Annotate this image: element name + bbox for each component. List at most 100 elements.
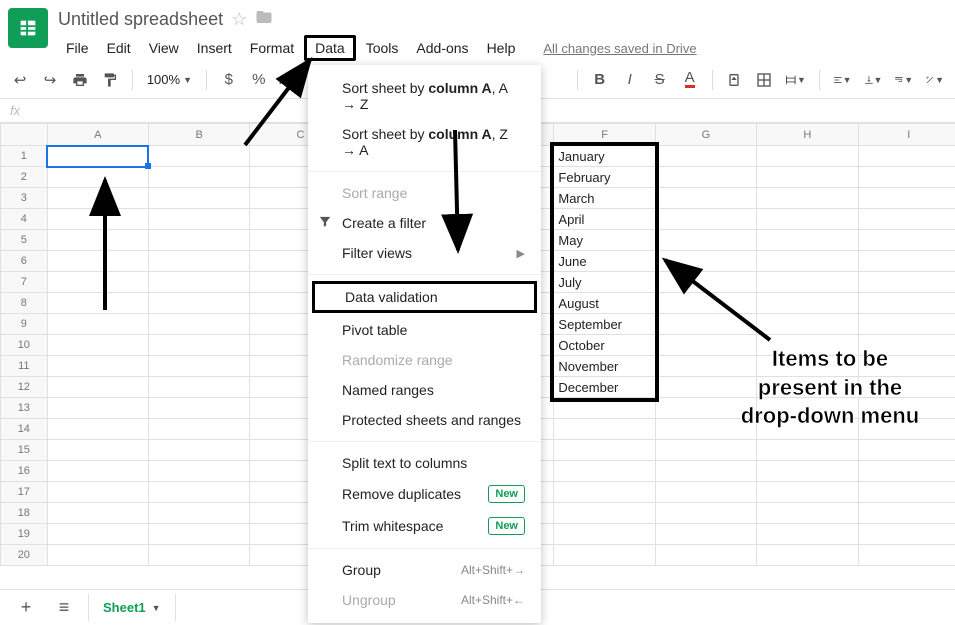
cell-F15[interactable] [554, 440, 655, 461]
menu-insert[interactable]: Insert [189, 36, 240, 60]
cell-I16[interactable] [858, 461, 955, 482]
cell-G3[interactable] [655, 188, 756, 209]
menu-item-group[interactable]: GroupAlt+Shift+→ [308, 555, 541, 585]
cell-H9[interactable] [757, 314, 858, 335]
cell-I3[interactable] [858, 188, 955, 209]
menu-item-sort_az[interactable]: Sort sheet by column A, A → Z [308, 73, 541, 119]
row-header-16[interactable]: 16 [1, 461, 48, 482]
row-header-13[interactable]: 13 [1, 398, 48, 419]
cell-G6[interactable] [655, 251, 756, 272]
cell-F13[interactable] [554, 398, 655, 419]
cell-H19[interactable] [757, 524, 858, 545]
cell-I15[interactable] [858, 440, 955, 461]
cell-I19[interactable] [858, 524, 955, 545]
save-status[interactable]: All changes saved in Drive [543, 41, 696, 56]
corner-cell[interactable] [1, 124, 48, 146]
cell-H1[interactable] [757, 146, 858, 167]
doc-title[interactable]: Untitled spreadsheet [58, 9, 223, 30]
row-header-17[interactable]: 17 [1, 482, 48, 503]
cell-G2[interactable] [655, 167, 756, 188]
cell-H4[interactable] [757, 209, 858, 230]
row-header-8[interactable]: 8 [1, 293, 48, 314]
cell-F6[interactable]: June [554, 251, 655, 272]
menu-item-data-validation[interactable]: Data validation [312, 281, 537, 313]
cell-A8[interactable] [47, 293, 148, 314]
cell-B4[interactable] [148, 209, 249, 230]
menu-item-remove-duplicates[interactable]: Remove duplicatesNew [308, 478, 541, 510]
cell-F18[interactable] [554, 503, 655, 524]
cell-A12[interactable] [47, 377, 148, 398]
cell-H5[interactable] [757, 230, 858, 251]
menu-item-sort_za[interactable]: Sort sheet by column A, Z → A [308, 119, 541, 165]
fill-color-button[interactable] [722, 67, 746, 93]
cell-H15[interactable] [757, 440, 858, 461]
cell-A16[interactable] [47, 461, 148, 482]
menu-file[interactable]: File [58, 36, 97, 60]
sheets-logo-icon[interactable] [8, 8, 48, 48]
cell-I18[interactable] [858, 503, 955, 524]
cell-F1[interactable]: January [554, 146, 655, 167]
cell-G15[interactable] [655, 440, 756, 461]
cell-H6[interactable] [757, 251, 858, 272]
percent-button[interactable]: % [247, 67, 271, 93]
cell-F20[interactable] [554, 545, 655, 566]
cell-B16[interactable] [148, 461, 249, 482]
menu-item-trim-whitespace[interactable]: Trim whitespaceNew [308, 510, 541, 542]
cell-H18[interactable] [757, 503, 858, 524]
zoom-select[interactable]: 100%▼ [143, 72, 196, 87]
row-header-1[interactable]: 1 [1, 146, 48, 167]
bold-button[interactable]: B [588, 67, 612, 93]
cell-A4[interactable] [47, 209, 148, 230]
cell-G19[interactable] [655, 524, 756, 545]
cell-I7[interactable] [858, 272, 955, 293]
cell-F17[interactable] [554, 482, 655, 503]
v-align-button[interactable]: ▼ [861, 67, 886, 93]
paint-format-button[interactable] [98, 67, 122, 93]
menu-item-create-a-filter[interactable]: Create a filter [308, 208, 541, 238]
strike-button[interactable]: S [648, 67, 672, 93]
cell-B6[interactable] [148, 251, 249, 272]
cell-B9[interactable] [148, 314, 249, 335]
cell-G1[interactable] [655, 146, 756, 167]
cell-B10[interactable] [148, 335, 249, 356]
cell-B20[interactable] [148, 545, 249, 566]
row-header-18[interactable]: 18 [1, 503, 48, 524]
cell-A15[interactable] [47, 440, 148, 461]
cell-H7[interactable] [757, 272, 858, 293]
menu-format[interactable]: Format [242, 36, 302, 60]
col-header-G[interactable]: G [655, 124, 756, 146]
decrease-decimal-button[interactable]: .0← [277, 67, 301, 93]
row-header-19[interactable]: 19 [1, 524, 48, 545]
menu-help[interactable]: Help [479, 36, 524, 60]
borders-button[interactable] [752, 67, 776, 93]
col-header-I[interactable]: I [858, 124, 955, 146]
cell-H20[interactable] [757, 545, 858, 566]
cell-H16[interactable] [757, 461, 858, 482]
cell-F5[interactable]: May [554, 230, 655, 251]
cell-G7[interactable] [655, 272, 756, 293]
cell-B5[interactable] [148, 230, 249, 251]
cell-B2[interactable] [148, 167, 249, 188]
cell-A9[interactable] [47, 314, 148, 335]
cell-A20[interactable] [47, 545, 148, 566]
menu-data[interactable]: Data [304, 35, 356, 61]
cell-I8[interactable] [858, 293, 955, 314]
cell-F2[interactable]: February [554, 167, 655, 188]
cell-A5[interactable] [47, 230, 148, 251]
cell-A11[interactable] [47, 356, 148, 377]
cell-F11[interactable]: November [554, 356, 655, 377]
menu-item-pivot-table[interactable]: Pivot table [308, 315, 541, 345]
cell-A18[interactable] [47, 503, 148, 524]
cell-A7[interactable] [47, 272, 148, 293]
row-header-12[interactable]: 12 [1, 377, 48, 398]
cell-I17[interactable] [858, 482, 955, 503]
cell-B12[interactable] [148, 377, 249, 398]
add-sheet-button[interactable]: + [12, 594, 40, 622]
cell-F14[interactable] [554, 419, 655, 440]
cell-B7[interactable] [148, 272, 249, 293]
row-header-5[interactable]: 5 [1, 230, 48, 251]
cell-I5[interactable] [858, 230, 955, 251]
row-header-2[interactable]: 2 [1, 167, 48, 188]
cell-H17[interactable] [757, 482, 858, 503]
cell-G9[interactable] [655, 314, 756, 335]
